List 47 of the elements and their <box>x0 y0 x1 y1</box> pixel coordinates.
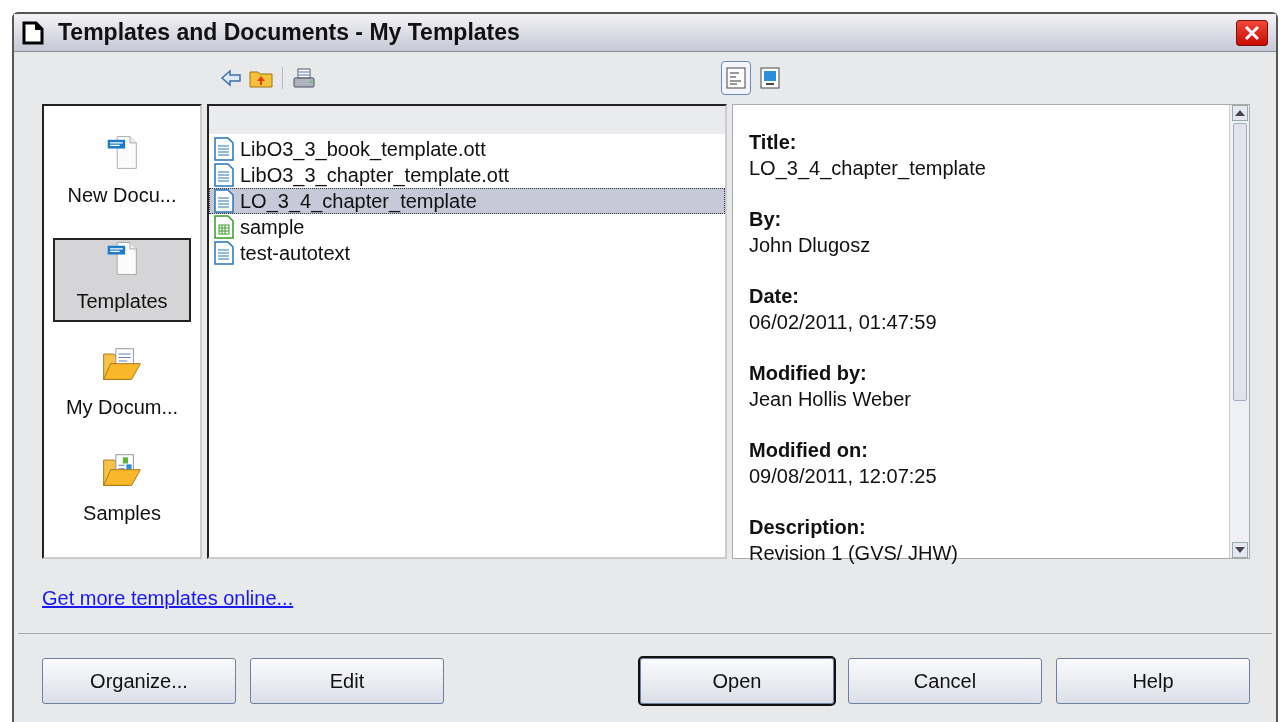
property-label: Title: <box>749 130 798 155</box>
printer-icon <box>292 67 316 89</box>
close-button[interactable] <box>1236 19 1268 46</box>
text-document-icon <box>214 137 234 161</box>
spreadsheet-icon <box>214 215 234 239</box>
down-arrow-icon <box>1234 547 1245 553</box>
online-templates-link[interactable]: Get more templates online... <box>42 583 294 613</box>
file-item[interactable]: LO_3_4_chapter_template <box>209 188 725 214</box>
file-item[interactable]: test-autotext <box>209 240 725 266</box>
property-value: Jean Hollis Weber <box>749 387 912 412</box>
property-value: 06/02/2011, 01:47:59 <box>749 310 938 335</box>
back-arrow-icon <box>220 69 242 87</box>
sidebar-item[interactable]: My Docum... <box>53 344 191 428</box>
sidebar-item[interactable]: Templates <box>53 238 191 322</box>
dialog-button[interactable]: Cancel <box>848 658 1042 704</box>
dialog-button[interactable]: Help <box>1056 658 1250 704</box>
sidebar-item[interactable]: Samples <box>53 450 191 534</box>
property-label: Modified on: <box>749 438 869 463</box>
property-value: Revision 1 (GVS/ JHW) <box>749 541 959 566</box>
window-title: Templates and Documents - My Templates <box>58 18 521 48</box>
text-document-icon <box>214 189 234 213</box>
dialog-button[interactable]: Edit <box>250 658 444 704</box>
file-item[interactable]: LibO3_3_book_template.ott <box>209 136 725 162</box>
scroll-up-button[interactable] <box>1231 105 1248 121</box>
property-label: Description: <box>749 515 867 540</box>
up-arrow-icon <box>1234 110 1245 116</box>
property-value: 09/08/2011, 12:07:25 <box>749 464 938 489</box>
property-label: Date: <box>749 284 800 309</box>
folder-up-icon <box>249 68 273 88</box>
text-document-icon <box>214 163 234 187</box>
sidebar-item[interactable]: New Docu... <box>53 132 191 216</box>
property-label: Modified by: <box>749 361 868 386</box>
property-value: John Dlugosz <box>749 233 872 258</box>
monitor-icon <box>760 67 780 89</box>
details-view-button[interactable] <box>721 61 751 95</box>
property-label: By: <box>749 207 783 232</box>
file-item[interactable]: LibO3_3_chapter_template.ott <box>209 162 725 188</box>
text-document-icon <box>214 241 234 265</box>
dialog-button[interactable]: Open <box>640 658 834 704</box>
close-icon <box>1244 24 1260 41</box>
dialog-button[interactable]: Organize... <box>42 658 236 704</box>
property-value: LO_3_4_chapter_template <box>749 156 987 181</box>
list-icon <box>726 67 746 89</box>
scrollbar-thumb[interactable] <box>1232 123 1247 401</box>
scroll-down-button[interactable] <box>1231 542 1248 558</box>
document-icon <box>22 20 44 45</box>
file-item[interactable]: sample <box>209 214 725 240</box>
